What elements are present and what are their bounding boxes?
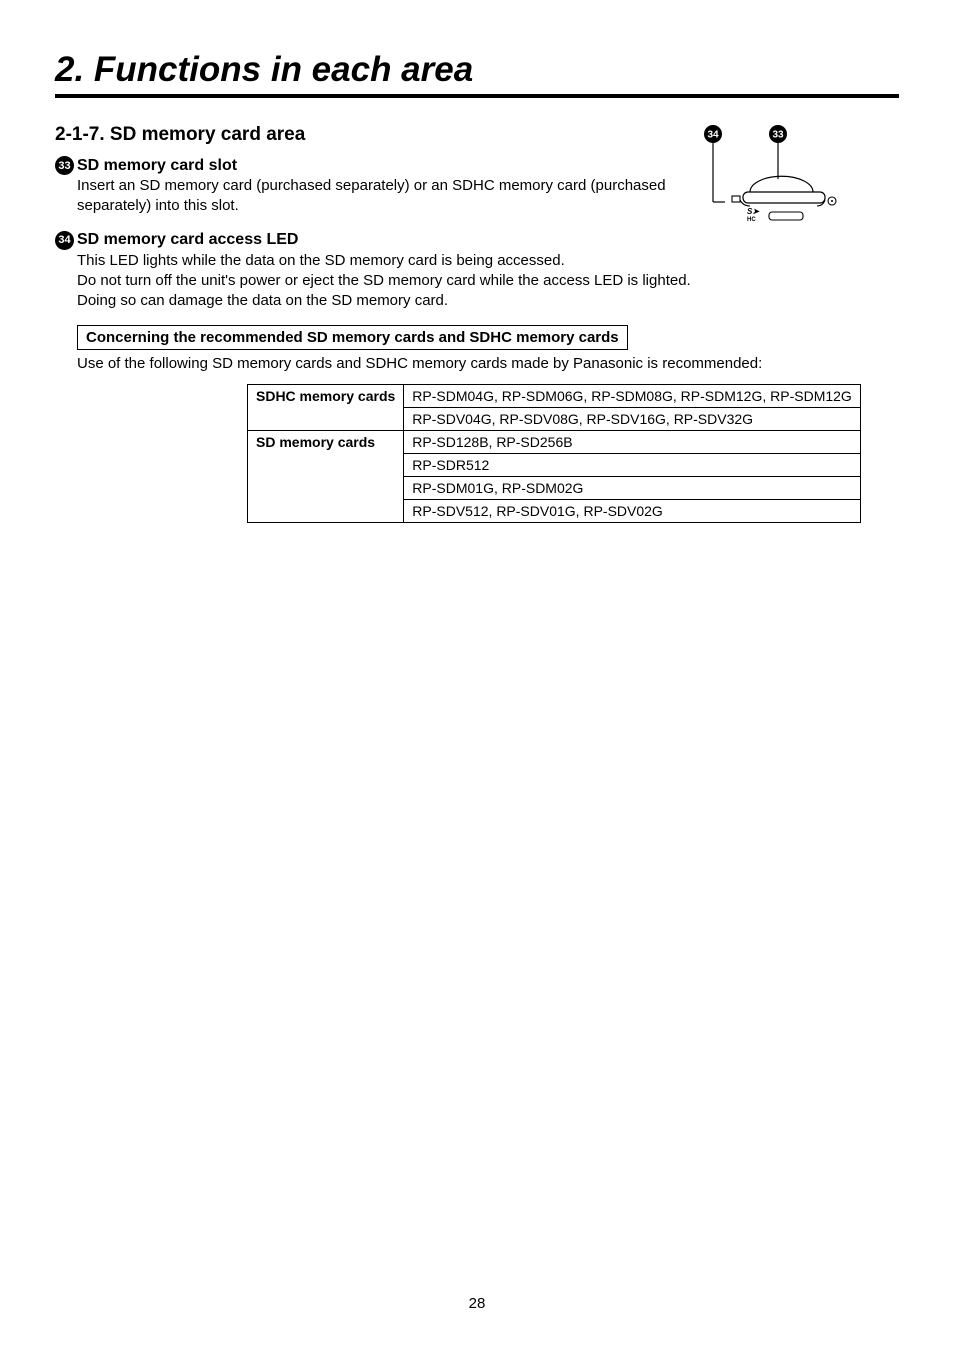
recommendation-block: Concerning the recommended SD memory car… (77, 325, 899, 523)
section-container: 2-1-7. SD memory card area 34 33 S➤ HC (55, 124, 899, 523)
table-row: SD memory cards RP-SD128B, RP-SD256B (248, 431, 861, 454)
heading-rule (55, 94, 899, 98)
item-34-line2: Do not turn off the unit's power or ejec… (77, 271, 899, 291)
item-34-title: SD memory card access LED (77, 231, 298, 249)
cell-sdhc-2: RP-SDV04G, RP-SDV08G, RP-SDV16G, RP-SDV3… (404, 408, 861, 431)
header-sd: SD memory cards (248, 431, 404, 523)
cell-sd-1: RP-SD128B, RP-SD256B (404, 431, 861, 454)
circled-number-33: 33 (55, 156, 74, 175)
item-33-body: Insert an SD memory card (purchased sepa… (77, 176, 677, 217)
note-text: Use of the following SD memory cards and… (77, 355, 899, 372)
memory-card-table: SDHC memory cards RP-SDM04G, RP-SDM06G, … (247, 384, 861, 523)
note-box-title: Concerning the recommended SD memory car… (77, 325, 628, 350)
item-33-title: SD memory card slot (77, 157, 237, 175)
item-34-line1: This LED lights while the data on the SD… (77, 251, 899, 271)
circled-number-34: 34 (55, 231, 74, 250)
item-34-block: 34 SD memory card access LED This LED li… (55, 231, 899, 312)
svg-text:S➤: S➤ (747, 207, 760, 216)
item-34-body: This LED lights while the data on the SD… (77, 251, 899, 312)
cell-sd-4: RP-SDV512, RP-SDV01G, RP-SDV02G (404, 500, 861, 523)
sd-card-area-diagram: 34 33 S➤ HC (695, 124, 875, 229)
svg-text:HC: HC (747, 217, 756, 223)
svg-text:34: 34 (707, 130, 719, 141)
item-34-header: 34 SD memory card access LED (55, 231, 899, 250)
table-row: SDHC memory cards RP-SDM04G, RP-SDM06G, … (248, 385, 861, 408)
item-34-line3: Doing so can damage the data on the SD m… (77, 291, 899, 311)
svg-text:33: 33 (772, 130, 784, 141)
cell-sd-3: RP-SDM01G, RP-SDM02G (404, 477, 861, 500)
page-number: 28 (0, 1295, 954, 1312)
cell-sdhc-1: RP-SDM04G, RP-SDM06G, RP-SDM08G, RP-SDM1… (404, 385, 861, 408)
chapter-heading: 2. Functions in each area (55, 50, 899, 90)
cell-sd-2: RP-SDR512 (404, 454, 861, 477)
header-sdhc: SDHC memory cards (248, 385, 404, 431)
